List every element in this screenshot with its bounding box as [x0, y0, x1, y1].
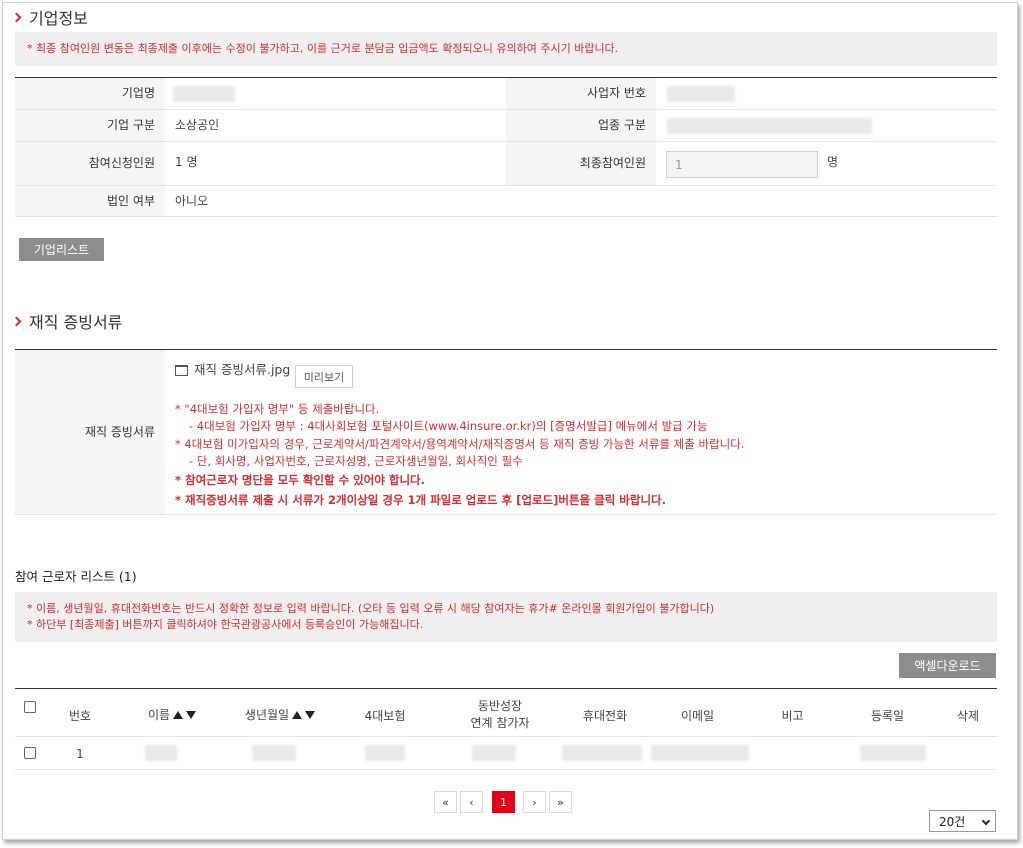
industry-label: 업종 구분: [506, 110, 656, 141]
company-row-type: 기업 구분 소상공인 업종 구분: [15, 110, 997, 142]
docs-label: 재직 증빙서류: [15, 350, 165, 514]
row-birth: [252, 745, 296, 761]
col-companion: 동반성장 연계 참가자: [450, 698, 550, 732]
select-all-checkbox[interactable]: [24, 701, 36, 713]
row-reg-date: [860, 745, 926, 761]
sort-desc-icon[interactable]: [186, 710, 197, 719]
col-birth[interactable]: 생년월일: [230, 706, 330, 723]
row-companion: [472, 745, 516, 761]
business-no-label: 사업자 번호: [506, 78, 656, 109]
business-no-value: [667, 86, 735, 102]
workers-notice-2: * 하단부 [최종제출] 버튼까지 클릭하셔야 한국관광공사에서 등록승인이 가…: [27, 618, 424, 631]
row-insurance: [365, 745, 405, 761]
applicants-value: 1 명: [175, 155, 198, 169]
doc-line-6: * 재직증빙서류 제출 시 서류가 2개이상일 경우 1개 파일로 업로드 후 …: [175, 493, 666, 507]
page-1-button[interactable]: 1: [492, 791, 515, 813]
company-type-label: 기업 구분: [15, 110, 165, 141]
col-companion-line1: 동반성장: [477, 699, 523, 713]
excel-download-button[interactable]: 액셀다운로드: [899, 653, 996, 678]
company-type-value: 소상공인: [175, 118, 220, 132]
company-notice: * 최종 참여인원 변동은 최종제출 이후에는 수정이 불가하고, 이를 근거로…: [15, 32, 997, 66]
docs-section-title: 재직 증빙서류: [11, 310, 122, 332]
company-row-name: 기업명 사업자 번호: [15, 78, 997, 110]
page-prev-button[interactable]: ‹: [460, 791, 483, 813]
page-last-button[interactable]: »: [549, 791, 572, 813]
col-email: 이메일: [680, 709, 715, 723]
docs-section-title-text: 재직 증빙서류: [29, 313, 123, 332]
industry-value: [667, 118, 872, 134]
file-icon: [175, 365, 188, 376]
col-note: 비고: [781, 709, 804, 723]
doc-line-5: * 참여근로자 명단을 모두 확인할 수 있어야 합니다.: [175, 473, 426, 487]
col-delete: 삭제: [956, 709, 980, 723]
page-next-button[interactable]: ›: [523, 791, 546, 813]
workers-notice: * 이름, 생년월일, 휴대전화번호는 반드시 정확한 정보로 입력 바랍니다.…: [15, 592, 997, 642]
applicants-label: 참여신청인원: [15, 142, 165, 185]
col-name[interactable]: 이름: [127, 706, 217, 723]
col-companion-line2: 연계 참가자: [470, 716, 530, 730]
page-size-value: 20건: [939, 814, 966, 829]
col-phone: 휴대전화: [582, 709, 628, 723]
corp-value: 아니오: [175, 194, 209, 208]
col-reg-date: 등록일: [870, 709, 905, 723]
row-email: [651, 745, 749, 761]
doc-line-4: - 단, 회사명, 사업자번호, 근로자성명, 근로자생년월일, 회사직인 필수: [189, 454, 523, 468]
row-no: 1: [76, 747, 84, 761]
row-checkbox[interactable]: [24, 747, 36, 759]
preview-button[interactable]: 미리보기: [295, 365, 353, 388]
chevron-down-icon: [981, 816, 991, 826]
page-frame: 기업정보 * 최종 참여인원 변동은 최종제출 이후에는 수정이 불가하고, 이…: [2, 2, 1018, 840]
company-row-corp: 법인 여부 아니오: [15, 186, 997, 217]
row-phone: [562, 745, 642, 761]
page-size-select[interactable]: 20건: [929, 810, 996, 832]
doc-line-3: * 4대보험 미가입자의 경우, 근로계약서/파견계약서/용역계약서/재직증명서…: [175, 437, 745, 451]
company-list-button[interactable]: 기업리스트: [19, 238, 104, 261]
chevron-right-icon: [11, 12, 22, 22]
col-insurance: 4대보험: [364, 709, 406, 723]
col-birth-label: 생년월일: [244, 708, 290, 722]
sort-asc-icon[interactable]: [173, 710, 184, 719]
chevron-right-icon: [11, 316, 22, 326]
final-participants-label: 최종참여인원: [506, 142, 656, 185]
table-row: 1: [15, 737, 997, 770]
company-name-value: [173, 86, 235, 102]
sort-desc-icon[interactable]: [305, 710, 316, 719]
file-name[interactable]: 재직 증빙서류.jpg: [194, 359, 290, 381]
company-row-participants: 참여신청인원 1 명 최종참여인원 1 명: [15, 142, 997, 186]
company-name-label: 기업명: [15, 78, 165, 109]
workers-table-header: 번호 이름 생년월일 4대보험 동반성장 연계 참가자 휴대전화 이메일 비고 …: [15, 689, 997, 737]
company-section-title-text: 기업정보: [29, 9, 88, 28]
sort-asc-icon[interactable]: [292, 710, 303, 719]
final-participants-input[interactable]: 1: [666, 151, 818, 178]
company-section-title: 기업정보: [11, 6, 88, 28]
corp-label: 법인 여부: [15, 186, 165, 216]
workers-notice-1: * 이름, 생년월일, 휴대전화번호는 반드시 정확한 정보로 입력 바랍니다.…: [27, 602, 715, 615]
doc-line-1: * "4대보험 가입자 명부" 등 제출바랍니다.: [175, 402, 380, 416]
page-first-button[interactable]: «: [434, 791, 457, 813]
workers-section-title: 참여 근로자 리스트 (1): [15, 569, 137, 584]
col-no: 번호: [68, 709, 92, 723]
col-name-label: 이름: [147, 708, 171, 722]
doc-line-2: - 4대보험 가입자 명부 : 4대사회보험 포털사이트(www.4insure…: [189, 419, 708, 433]
final-participants-unit: 명: [827, 155, 839, 169]
row-name: [145, 745, 177, 761]
